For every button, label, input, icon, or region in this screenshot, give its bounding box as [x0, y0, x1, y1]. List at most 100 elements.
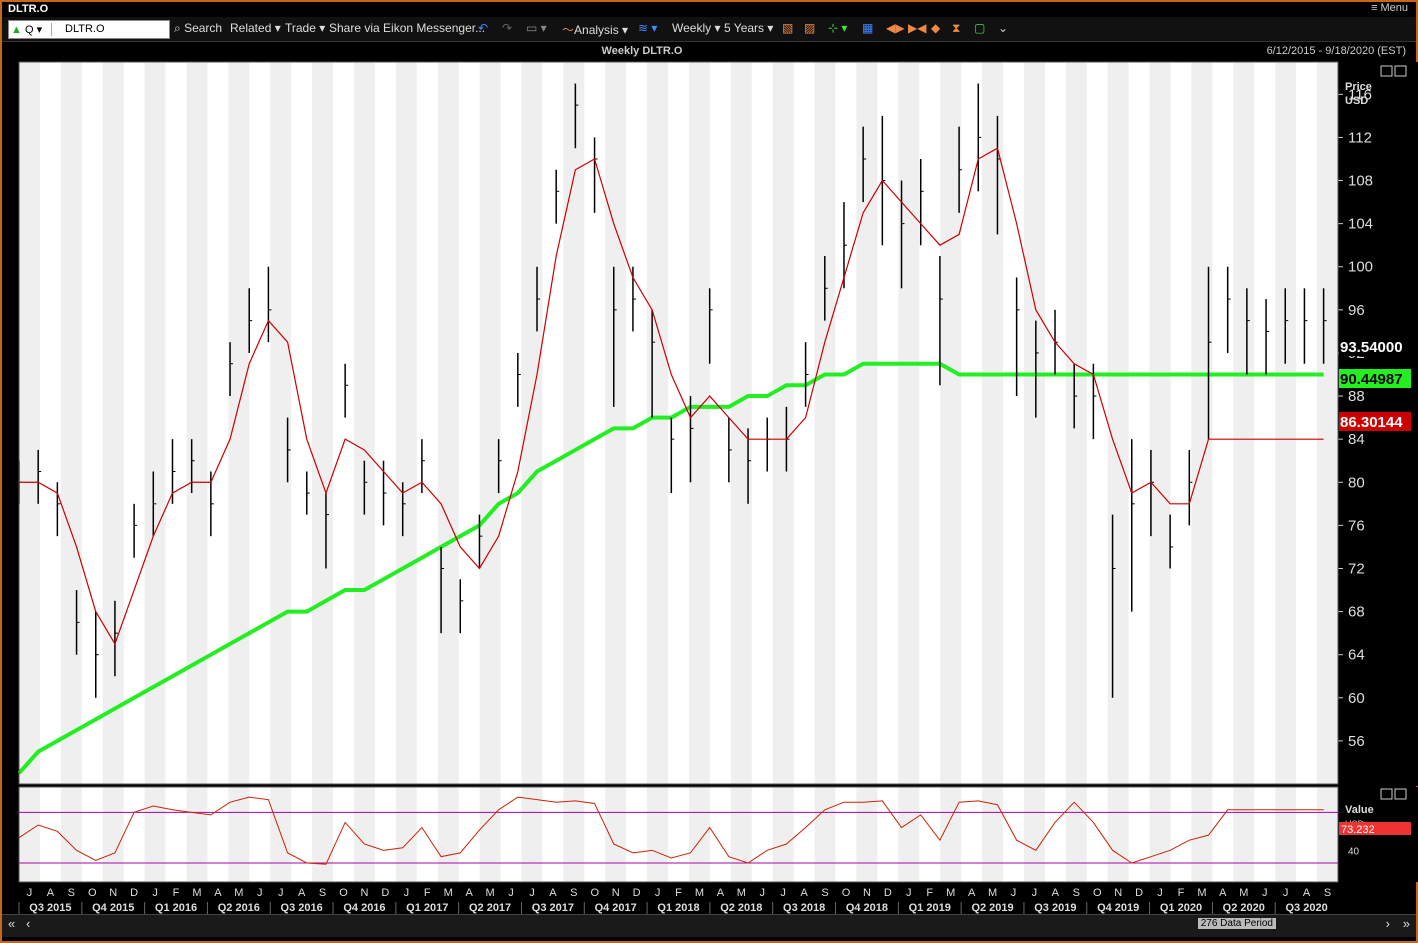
month-band — [186, 62, 208, 784]
month-label: M — [695, 887, 704, 899]
month-label: J — [1283, 887, 1289, 899]
month-label: A — [1219, 887, 1227, 899]
month-band — [60, 787, 82, 882]
scroll-start-icon[interactable]: « — [8, 916, 15, 931]
rsi-current-label: 73.232 — [1341, 824, 1375, 836]
month-band — [353, 787, 375, 882]
quarter-label: Q4 2016 — [343, 902, 385, 914]
time-scrollbar[interactable]: « ‹ 276 Data Period › » — [2, 914, 1416, 937]
month-band — [19, 787, 40, 882]
price-tick-label: 56 — [1348, 733, 1365, 750]
month-label: A — [465, 887, 473, 899]
chart-canvas: JASONDJFMAMJJASONDJFMAMJJASONDJFMAMJJASO… — [17, 61, 1418, 914]
scroll-back-icon[interactable]: ‹ — [26, 916, 30, 931]
month-label: M — [234, 887, 243, 899]
month-label: J — [508, 887, 514, 899]
month-label: J — [780, 887, 786, 899]
month-label: J — [257, 887, 263, 899]
quarter-label: Q2 2019 — [971, 902, 1013, 914]
month-band — [605, 787, 627, 882]
month-label: D — [130, 887, 138, 899]
price-tick-label: 72 — [1348, 560, 1365, 577]
month-band — [605, 62, 627, 784]
month-label: M — [737, 887, 746, 899]
month-label: F — [173, 887, 180, 899]
quarter-label: Q3 2018 — [783, 902, 825, 914]
scroll-end-icon[interactable]: » — [1403, 916, 1410, 931]
month-band — [479, 787, 501, 882]
month-label: S — [68, 887, 75, 899]
month-label: O — [1093, 887, 1102, 899]
quarter-label: Q2 2017 — [469, 902, 511, 914]
month-label: O — [590, 887, 599, 899]
rsi-tick-label: 40 — [1348, 846, 1360, 857]
month-band — [1065, 787, 1087, 882]
month-label: A — [968, 887, 976, 899]
month-label: M — [1197, 887, 1206, 899]
month-band — [186, 787, 208, 882]
data-period-label: 276 Data Period — [1197, 918, 1276, 929]
month-band — [437, 787, 459, 882]
price-auto-label: Auto — [1347, 773, 1370, 785]
quarter-label: Q2 2018 — [720, 902, 762, 914]
month-label: N — [360, 887, 368, 899]
price-tick-label: 60 — [1348, 690, 1365, 707]
month-band — [228, 787, 250, 882]
month-band — [898, 787, 920, 882]
month-label: S — [570, 887, 577, 899]
price-tick-label: 108 — [1348, 173, 1373, 190]
month-band — [521, 62, 543, 784]
month-band — [1023, 62, 1045, 784]
quarter-label: Q1 2020 — [1160, 902, 1202, 914]
price-tick-label: 76 — [1348, 517, 1365, 534]
month-band — [1065, 62, 1087, 784]
quarter-label: Q3 2019 — [1034, 902, 1076, 914]
quarter-label: Q4 2018 — [846, 902, 888, 914]
month-label: A — [549, 887, 557, 899]
month-band — [730, 787, 752, 882]
quarter-label: Q3 2016 — [281, 902, 323, 914]
month-band — [982, 62, 1004, 784]
month-band — [144, 62, 166, 784]
month-label: J — [1032, 887, 1038, 899]
month-label: O — [88, 887, 97, 899]
month-band — [856, 62, 878, 784]
month-band — [1107, 62, 1129, 784]
month-band — [19, 62, 40, 784]
quarter-label: Q1 2019 — [909, 902, 951, 914]
month-label: J — [655, 887, 661, 899]
quarter-label: Q2 2016 — [218, 902, 260, 914]
month-label: F — [675, 887, 682, 899]
month-band — [521, 787, 543, 882]
month-band — [144, 787, 166, 882]
month-label: D — [381, 887, 389, 899]
quarter-label: Q3 2020 — [1285, 902, 1327, 914]
month-band — [772, 787, 794, 882]
rsi-auto-label: Auto — [1347, 869, 1370, 881]
month-label: A — [800, 887, 808, 899]
price-plot-area — [19, 62, 1338, 784]
month-band — [814, 62, 836, 784]
month-label: J — [529, 887, 535, 899]
month-label: S — [821, 887, 828, 899]
quarter-label: Q4 2019 — [1097, 902, 1139, 914]
month-label: J — [404, 887, 410, 899]
month-band — [353, 62, 375, 784]
month-label: M — [485, 887, 494, 899]
month-label: F — [1178, 887, 1185, 899]
month-band — [1275, 62, 1297, 784]
month-label: M — [192, 887, 201, 899]
month-band — [647, 787, 669, 882]
price-tick-label: 68 — [1348, 604, 1365, 621]
month-label: M — [444, 887, 453, 899]
month-band — [1023, 787, 1045, 882]
price-tick-label: 112 — [1348, 129, 1372, 146]
scroll-forward-icon[interactable]: › — [1386, 916, 1390, 931]
month-band — [563, 62, 585, 784]
month-label: O — [842, 887, 851, 899]
month-label: J — [152, 887, 158, 899]
month-band — [940, 62, 962, 784]
month-band — [1317, 787, 1338, 882]
month-label: J — [1011, 887, 1017, 899]
month-label: F — [926, 887, 933, 899]
